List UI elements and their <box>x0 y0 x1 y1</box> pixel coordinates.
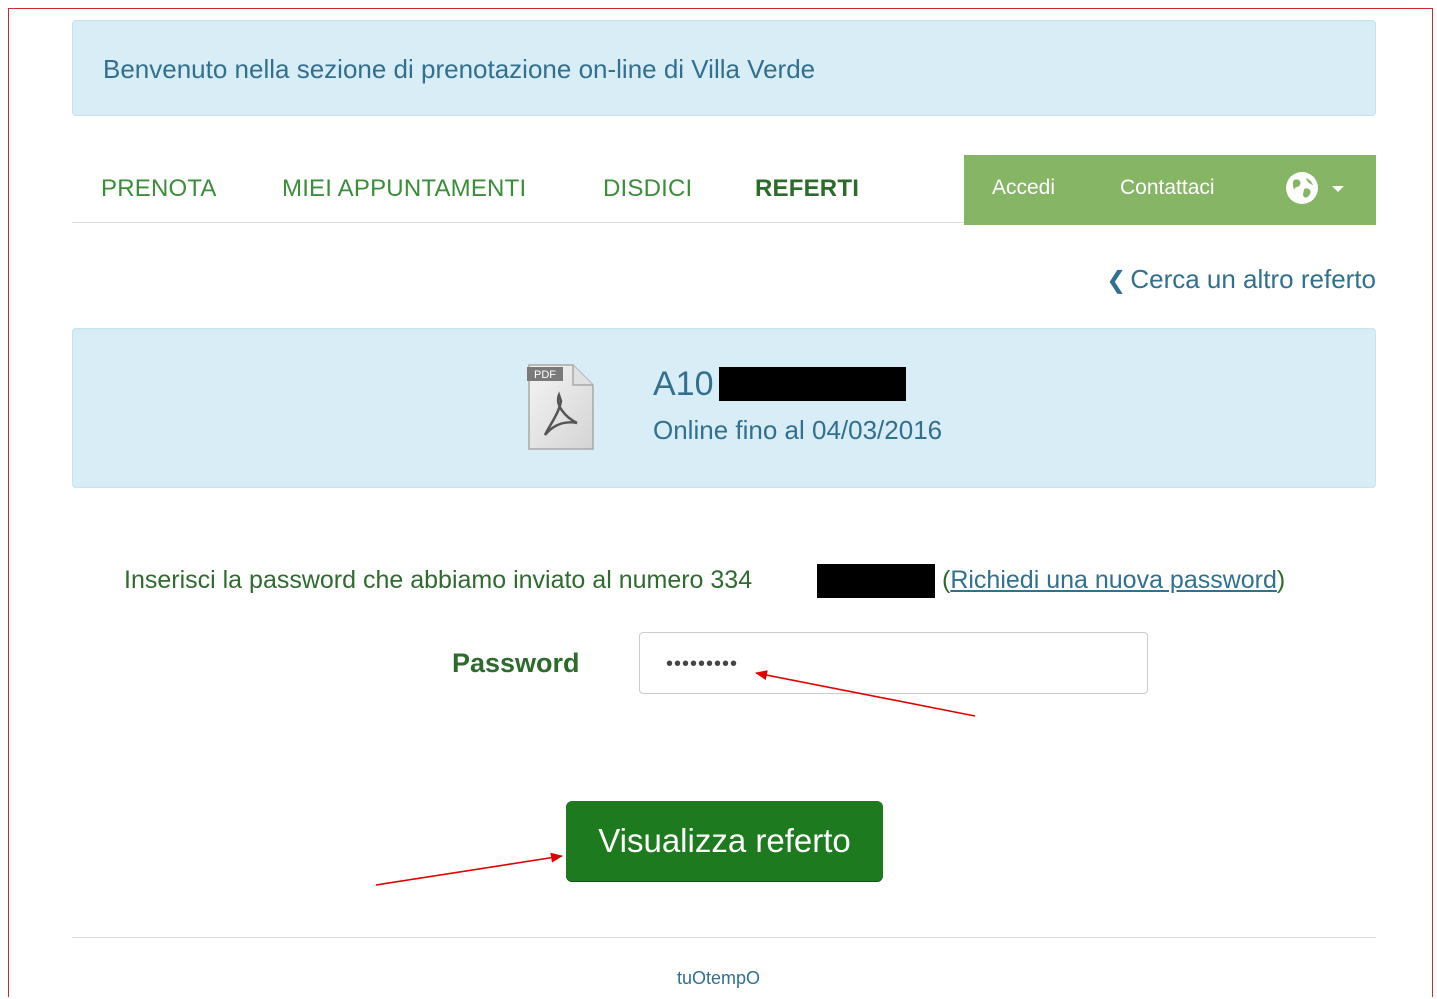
request-new-password-link[interactable]: Richiedi una nuova password <box>950 566 1277 594</box>
back-link-label: Cerca un altro referto <box>1130 264 1376 294</box>
contact-link[interactable]: Contattaci <box>1120 155 1215 225</box>
pdf-icon-label: PDF <box>534 369 556 381</box>
footer-brand: tuOtempO <box>676 968 761 988</box>
footer-divider <box>72 937 1376 938</box>
nav-item-referti[interactable]: REFERTI <box>755 155 859 222</box>
document-valid-until: Online fino al 04/03/2016 <box>653 415 943 445</box>
chevron-left-icon: ❮ <box>1106 267 1127 294</box>
nav-underline <box>72 222 964 223</box>
back-to-search-link[interactable]: ❮ Cerca un altro referto <box>1106 264 1376 295</box>
nav-item-disdici[interactable]: DISDICI <box>603 155 692 222</box>
nav-user-bar: Accedi Contattaci <box>964 155 1376 225</box>
nav-item-miei-appuntamenti[interactable]: MIEI APPUNTAMENTI <box>282 155 526 222</box>
nav-item-prenota[interactable]: PRENOTA <box>101 155 217 222</box>
document-card: PDF A10 Online fino al 04/03/2016 <box>72 328 1376 488</box>
welcome-banner: Benvenuto nella sezione di prenotazione … <box>72 20 1376 116</box>
new-password-wrapper: (Richiedi una nuova password) <box>942 566 1285 595</box>
view-report-button[interactable]: Visualizza referto <box>566 801 883 881</box>
redaction-bar <box>719 367 906 401</box>
document-code: A10 <box>653 365 714 403</box>
password-label: Password <box>452 648 580 678</box>
phone-redaction-bar <box>817 564 935 598</box>
login-link[interactable]: Accedi <box>992 155 1055 225</box>
password-input[interactable]: ••••••••• <box>639 632 1148 694</box>
pdf-file-icon[interactable]: PDF <box>525 361 597 453</box>
globe-icon[interactable] <box>1286 172 1318 204</box>
instruction-text: Inserisci la password che abbiamo inviat… <box>124 566 753 594</box>
chevron-down-icon[interactable] <box>1332 186 1344 192</box>
close-paren: ) <box>1276 566 1286 594</box>
